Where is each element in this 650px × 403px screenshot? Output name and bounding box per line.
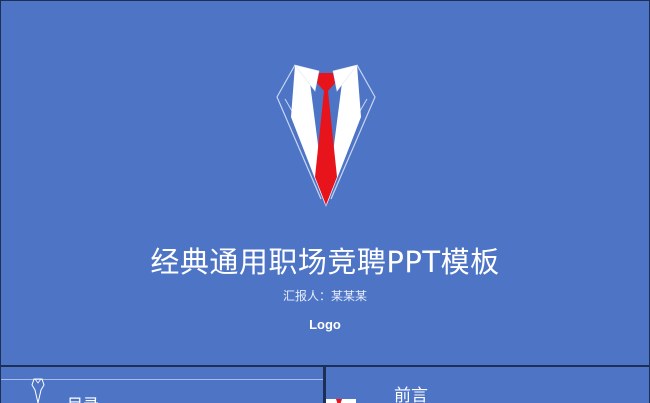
thumbnail-label: 前言: [394, 386, 428, 403]
title-slide: 经典通用职场竞聘PPT模板 汇报人：某某某 Logo: [1, 1, 649, 365]
suit-tie-icon: [31, 378, 45, 403]
divider-line: [1, 379, 323, 380]
slide-title: 经典通用职场竞聘PPT模板: [150, 245, 500, 279]
tie-icon: [326, 399, 356, 403]
thumbnail-label: 目录: [67, 391, 99, 403]
suit-tie-icon: [276, 64, 376, 207]
reporter-line: 汇报人：某某某: [282, 289, 367, 303]
slide-thumbnail-contents[interactable]: 目录: [1, 367, 323, 403]
slide-thumbnail-preface[interactable]: 前言: [326, 367, 649, 403]
logo-text: Logo: [309, 317, 341, 332]
